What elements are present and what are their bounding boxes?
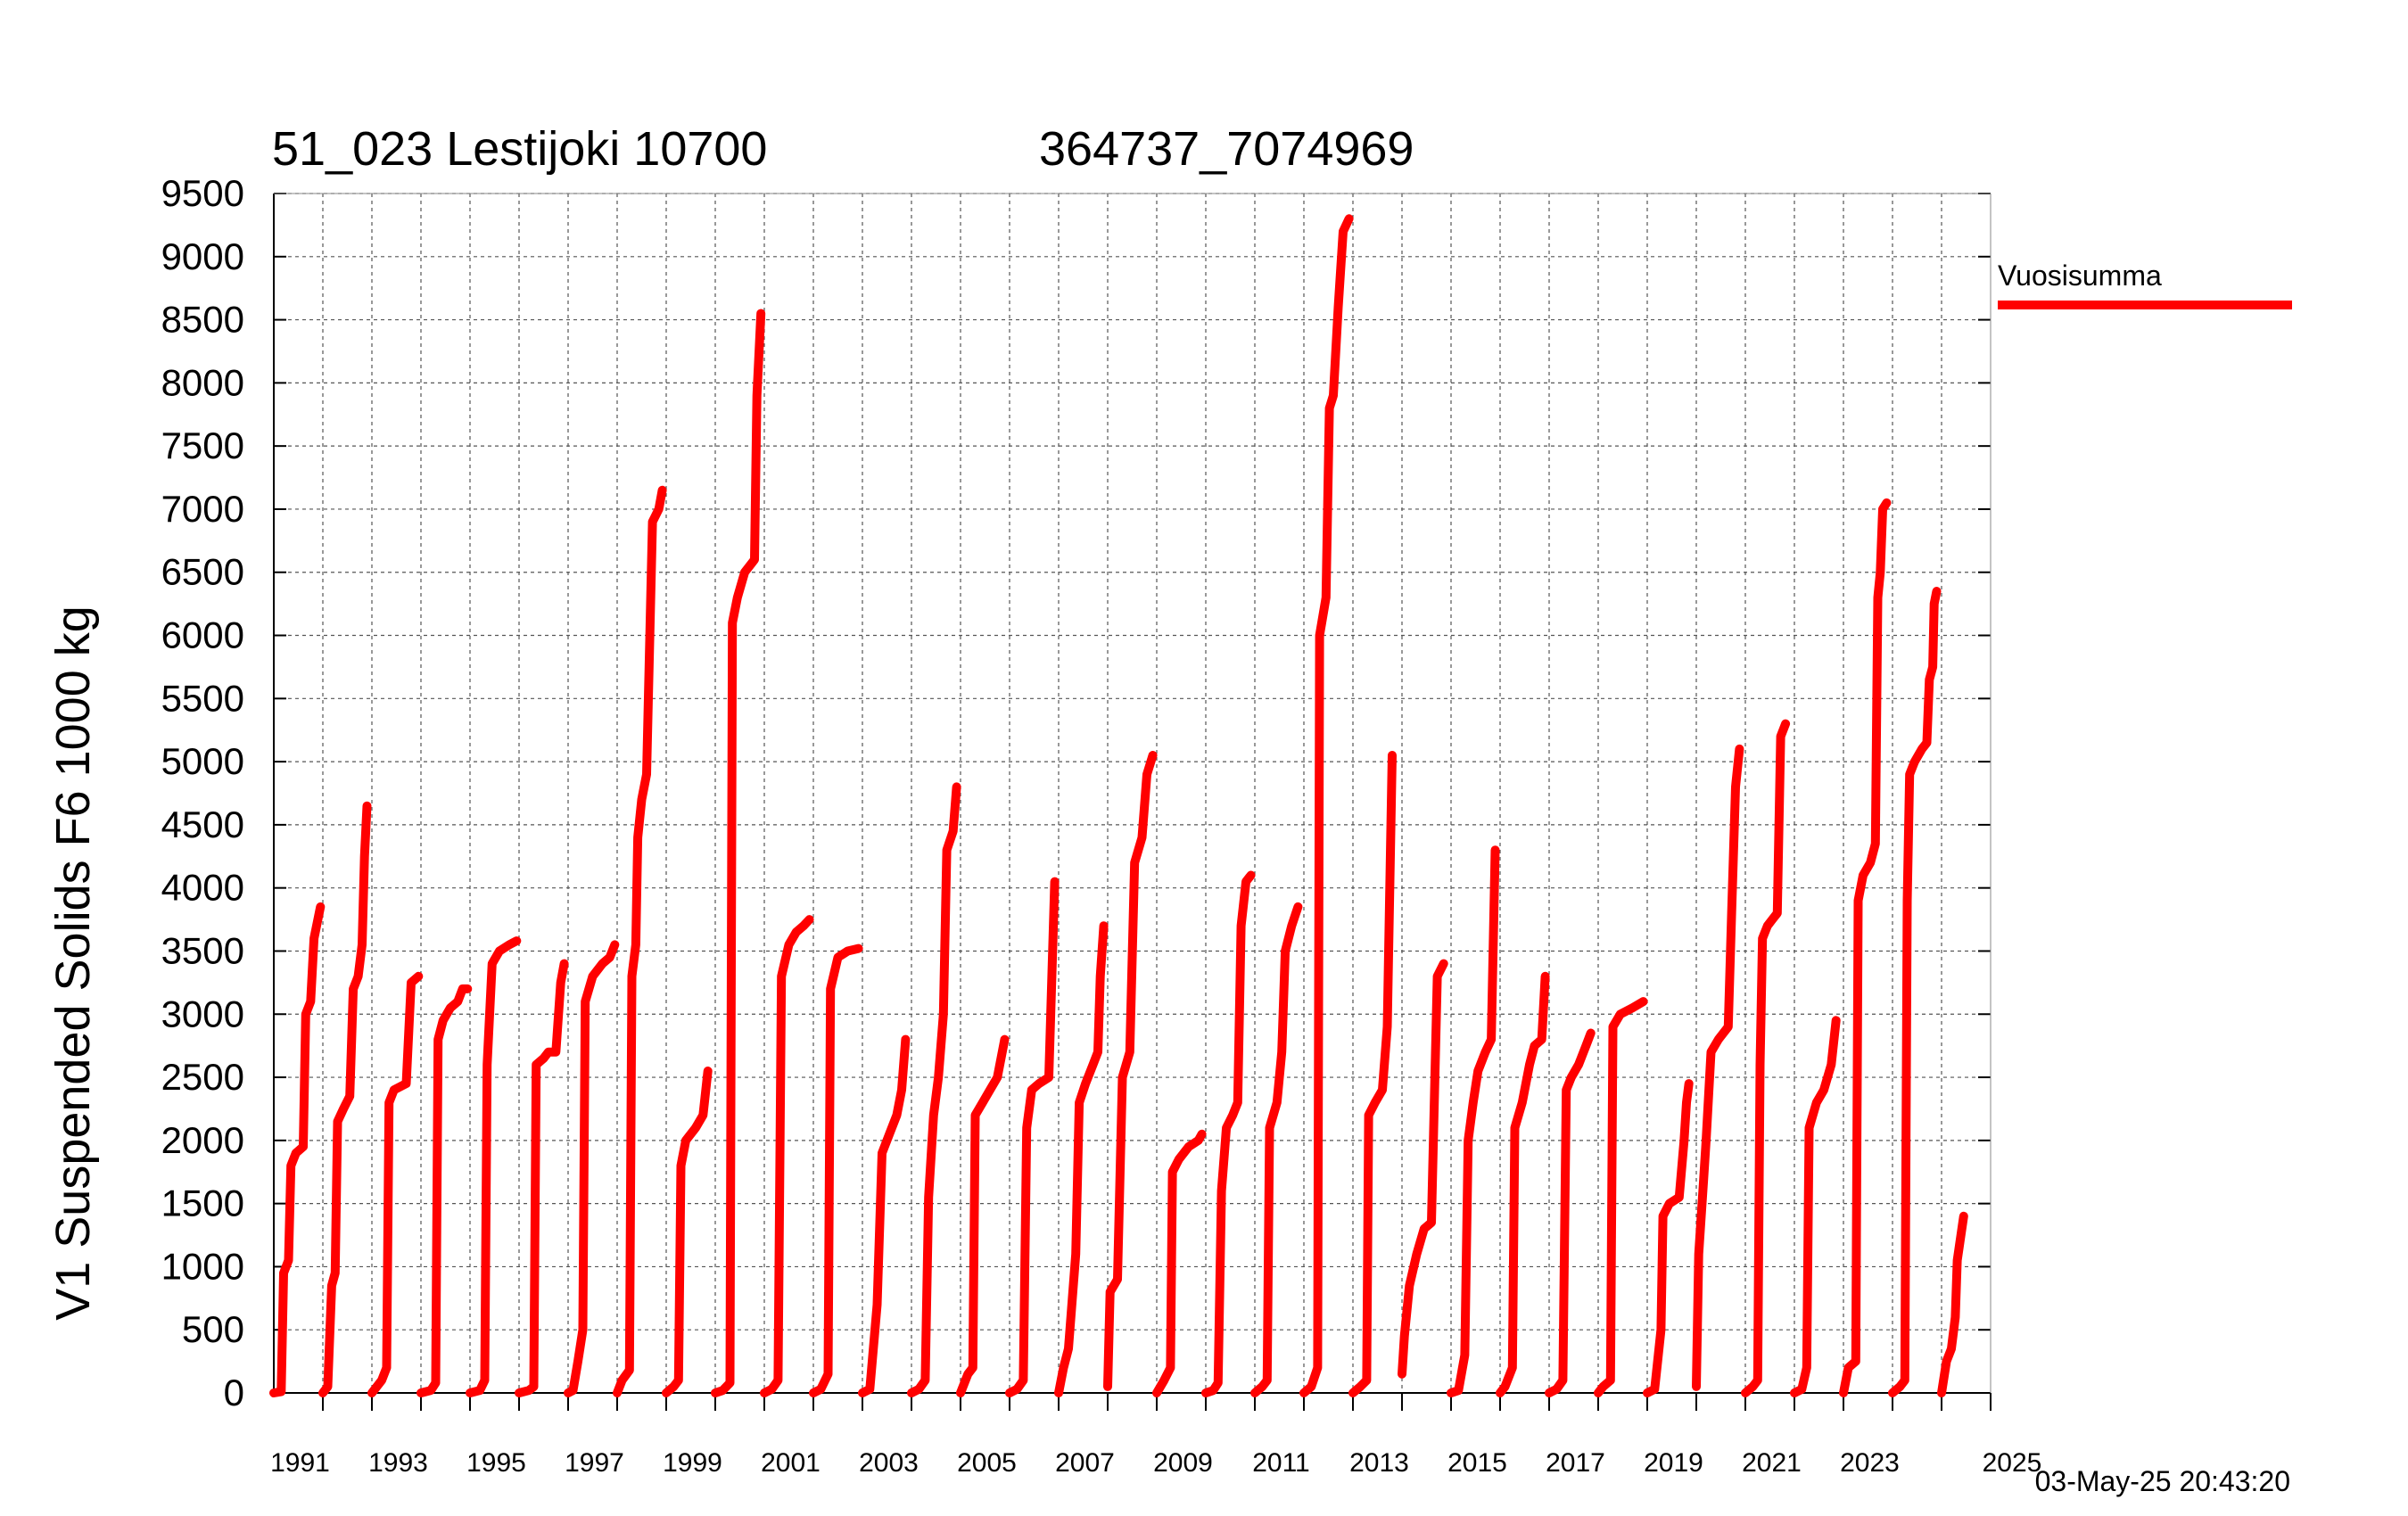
legend-label: Vuosisumma bbox=[1998, 260, 2162, 292]
series-segment-1991 bbox=[318, 801, 372, 1397]
series-segment-2017 bbox=[1594, 997, 1648, 1397]
x-tick-label: 2009 bbox=[1153, 1448, 1213, 1478]
series-segment-2009 bbox=[1201, 870, 1256, 1397]
y-tick-label: 3000 bbox=[161, 993, 244, 1034]
x-tick-label: 2021 bbox=[1742, 1448, 1802, 1478]
y-tick-label: 6500 bbox=[161, 551, 244, 593]
y-tick-label: 8500 bbox=[161, 299, 244, 341]
series-segment-1993 bbox=[416, 984, 473, 1397]
x-tick-label: 1995 bbox=[466, 1448, 526, 1478]
chart-subtitle: 364737_7074969 bbox=[1039, 122, 1414, 176]
series-segment-2024 bbox=[1937, 1211, 1968, 1397]
series-segment-2003 bbox=[907, 782, 961, 1397]
y-tick-labels: 0 500 1000 1500 2000 2500 3000 3500 4000 4500 5000… bbox=[161, 172, 244, 1413]
series-segment-2007 bbox=[1103, 751, 1158, 1391]
y-tick-label: 2000 bbox=[161, 1119, 244, 1161]
x-tick-label: 2023 bbox=[1840, 1448, 1900, 1478]
y-tick-label: 2500 bbox=[161, 1056, 244, 1098]
series-segment-1996 bbox=[564, 940, 620, 1397]
x-tick-label: 2017 bbox=[1546, 1448, 1605, 1478]
y-tick-label: 500 bbox=[182, 1308, 244, 1350]
y-tick-label: 4500 bbox=[161, 803, 244, 845]
x-tick-label: 2007 bbox=[1055, 1448, 1115, 1478]
x-tick-labels: 1991 1993 1995 1997 1999 2001 2003 2005 2007 2009… bbox=[270, 1448, 2041, 1478]
y-tick-label: 7500 bbox=[161, 424, 244, 466]
series-segment-2012 bbox=[1348, 751, 1397, 1397]
series-segment-2018 bbox=[1643, 1079, 1694, 1397]
y-tick-label: 3500 bbox=[161, 929, 244, 971]
series-segment-2022 bbox=[1839, 498, 1892, 1397]
series-segment-2002 bbox=[858, 1034, 911, 1397]
x-tick-label: 1993 bbox=[368, 1448, 428, 1478]
y-tick-label: 5000 bbox=[161, 740, 244, 782]
y-tick-label: 1000 bbox=[161, 1245, 244, 1287]
x-tick-label: 2025 bbox=[1983, 1448, 2042, 1478]
series-segment-2015 bbox=[1496, 971, 1550, 1397]
y-tick-label: 7000 bbox=[161, 488, 244, 530]
chart: 51_023 Lestijoki 10700 364737_7074969 V1… bbox=[46, 122, 2292, 1497]
timestamp: 03-May-25 20:43:20 bbox=[2035, 1465, 2290, 1497]
x-tick-label: 2011 bbox=[1252, 1448, 1310, 1478]
series-segment-2010 bbox=[1250, 902, 1303, 1397]
series-segment-2005 bbox=[1005, 877, 1060, 1397]
series-layer bbox=[269, 214, 1968, 1397]
series-segment-2008 bbox=[1152, 1129, 1207, 1397]
series-segment-1997 bbox=[613, 485, 667, 1397]
x-tick-label: 1991 bbox=[270, 1448, 330, 1478]
x-tick-label: 2005 bbox=[957, 1448, 1017, 1478]
x-tick-label: 1997 bbox=[565, 1448, 624, 1478]
legend: Vuosisumma bbox=[1998, 260, 2292, 309]
x-tick-label: 2003 bbox=[859, 1448, 919, 1478]
x-tick-label: 2001 bbox=[761, 1448, 821, 1478]
y-axis-label: V1 Suspended Solids F6 1000 kg bbox=[46, 606, 100, 1321]
chart-title: 51_023 Lestijoki 10700 bbox=[272, 122, 767, 176]
series-segment-2013 bbox=[1398, 959, 1448, 1379]
series-segment-2006 bbox=[1054, 921, 1109, 1397]
x-tick-label: 2019 bbox=[1644, 1448, 1703, 1478]
series-segment-2021 bbox=[1790, 1016, 1841, 1397]
series-segment-1992 bbox=[367, 971, 424, 1397]
series-segment-1995 bbox=[515, 959, 569, 1397]
series-segment-1998 bbox=[662, 1067, 713, 1397]
x-tick-label: 1999 bbox=[663, 1448, 722, 1478]
y-tick-label: 9500 bbox=[161, 172, 244, 214]
series-segment-1994 bbox=[466, 936, 522, 1397]
y-tick-label: 6000 bbox=[161, 614, 244, 656]
series-segment-2001 bbox=[809, 943, 863, 1397]
series-segment-2020 bbox=[1741, 719, 1791, 1397]
y-tick-label: 4000 bbox=[161, 867, 244, 909]
y-tick-label: 9000 bbox=[161, 235, 244, 277]
y-tick-label: 5500 bbox=[161, 677, 244, 719]
series-segment-1999 bbox=[711, 309, 766, 1397]
y-tick-label: 8000 bbox=[161, 361, 244, 403]
series-segment-2000 bbox=[760, 915, 814, 1397]
series-segment-2004 bbox=[956, 1034, 1010, 1397]
y-tick-label: 0 bbox=[224, 1372, 244, 1413]
y-tick-label: 1500 bbox=[161, 1182, 244, 1224]
series-segment-2023 bbox=[1888, 587, 1942, 1397]
series-segment-2019 bbox=[1692, 744, 1744, 1391]
x-tick-label: 2013 bbox=[1349, 1448, 1409, 1478]
series-segment-1990 bbox=[269, 902, 326, 1397]
series-segment-2014 bbox=[1447, 845, 1500, 1397]
series-segment-2016 bbox=[1545, 1028, 1596, 1397]
series-segment-2011 bbox=[1299, 214, 1354, 1397]
x-tick-label: 2015 bbox=[1447, 1448, 1507, 1478]
